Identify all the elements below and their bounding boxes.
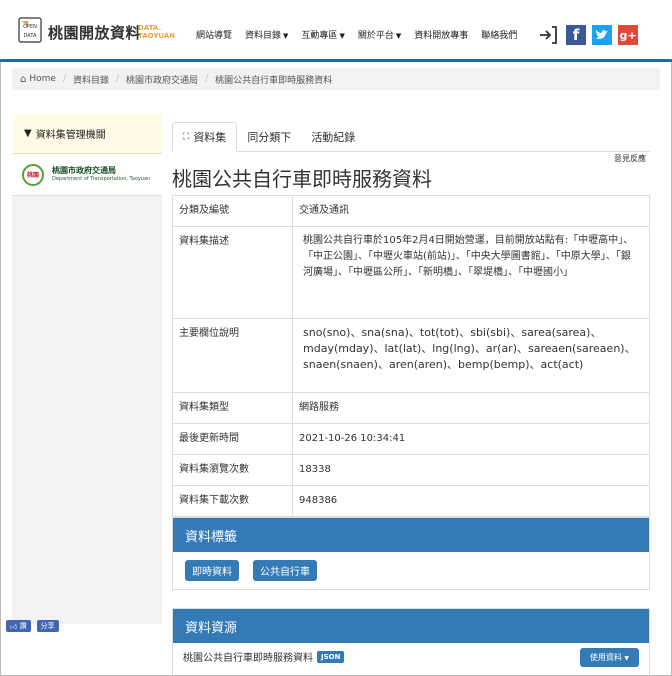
tags-panel-heading: 資料標籤: [173, 518, 649, 552]
table-row: 主要欄位說明 sno(sno)、sna(sna)、tot(tot)、sbi(sb…: [172, 318, 650, 393]
tab-dataset[interactable]: ⛶ 資料集: [172, 122, 238, 152]
thumbs-up-icon: 👍︎: [10, 622, 18, 631]
resource-name[interactable]: 桃園公共自行車即時服務資料: [183, 649, 313, 664]
like-label: 讚: [19, 622, 27, 630]
breadcrumb-separator: /: [116, 74, 120, 84]
nav-label: 互動專區: [301, 31, 338, 41]
info-value: 交通及通訊: [292, 195, 650, 227]
nav-item-catalog[interactable]: 資料目錄 ▼: [245, 28, 288, 41]
feedback-link[interactable]: 意見反應: [614, 153, 646, 164]
info-key: 分類及編號: [172, 195, 293, 227]
social-buttons: 👍︎ 讚 分享: [6, 620, 65, 632]
tab-label: 資料集: [193, 131, 227, 144]
sidebar: ▼ 資料集管理機關 桃園 桃園市政府交通局 Department of Tran…: [12, 114, 162, 624]
tag-list: 即時資料 公共自行車: [173, 552, 649, 589]
site-subtitle-line1: DATA.: [138, 24, 162, 32]
breadcrumb-home[interactable]: Home: [29, 74, 56, 84]
open-data-logo-icon[interactable]: OPEN DATA: [18, 17, 42, 43]
info-value: 網路服務: [292, 392, 650, 424]
info-key: 資料集瀏覽次數: [172, 454, 293, 486]
tags-panel: 資料標籤 即時資料 公共自行車: [172, 517, 650, 590]
breadcrumb-separator: /: [205, 74, 209, 84]
filter-icon: ▼: [24, 128, 32, 139]
nav-item-site-map[interactable]: 網站導覽: [196, 28, 232, 41]
tab-same-category[interactable]: 同分類下: [237, 122, 301, 152]
sidebar-heading: ▼ 資料集管理機關: [12, 114, 162, 154]
org-name: 桃園市政府交通局 Department of Transportation, T…: [52, 166, 150, 184]
header-icons: f g+: [538, 25, 644, 45]
format-badge: JSON: [317, 650, 345, 663]
svg-text:OPEN: OPEN: [23, 24, 37, 30]
facebook-like-button[interactable]: 👍︎ 讚: [6, 620, 31, 632]
site-subtitle-line2: TAOYUAN: [138, 32, 176, 40]
breadcrumb-separator: /: [62, 74, 66, 84]
caret-down-icon: ▼: [283, 32, 289, 40]
use-data-button[interactable]: 使用資料 ▼: [579, 648, 639, 667]
svg-text:DATA: DATA: [24, 33, 37, 39]
resources-panel: 資料資源 桃園公共自行車即時服務資料 JSON 使用資料 ▼: [172, 608, 650, 676]
info-value: 948386: [292, 485, 650, 517]
google-plus-icon[interactable]: g+: [618, 25, 638, 45]
info-value: 2021-10-26 10:34:41: [292, 423, 650, 455]
nav-item-open-data-topics[interactable]: 資料開放專事: [414, 28, 468, 41]
use-data-label: 使用資料: [589, 653, 622, 662]
info-key: 資料集下載次數: [172, 485, 293, 517]
nav-label: 聯絡我們: [481, 31, 518, 41]
table-row: 最後更新時間 2021-10-26 10:34:41: [172, 423, 650, 455]
info-key: 主要欄位說明: [172, 318, 293, 393]
tab-activity-log[interactable]: 活動紀錄: [301, 122, 365, 152]
tag-public-bike[interactable]: 公共自行車: [253, 560, 317, 581]
tab-bar: ⛶ 資料集 同分類下 活動紀錄: [172, 122, 650, 152]
site-title[interactable]: 桃園開放資料: [48, 22, 141, 43]
table-row: 資料集類型 網路服務: [172, 392, 650, 424]
table-row: 資料集下載次數 948386: [172, 485, 650, 517]
caret-down-icon: ▼: [395, 32, 402, 40]
info-value: sno(sno)、sna(sna)、tot(tot)、sbi(sbi)、sare…: [292, 318, 650, 393]
resource-row: 桃園公共自行車即時服務資料 JSON 使用資料 ▼: [173, 643, 649, 670]
breadcrumb: ⌂ Home / 資料目錄 / 桃園市政府交通局 / 桃園公共自行車即時服務資料: [12, 68, 660, 90]
home-icon: ⌂: [20, 73, 27, 85]
nav-item-contact[interactable]: 聯絡我們: [481, 28, 517, 41]
nav-item-interactive[interactable]: 互動專區 ▼: [301, 28, 344, 41]
twitter-icon[interactable]: [592, 25, 612, 45]
table-row: 分類及編號 交通及通訊: [172, 195, 650, 227]
site-subtitle: DATA. TAOYUAN: [138, 24, 175, 40]
info-value: 18338: [292, 454, 650, 486]
breadcrumb-current: 桃園公共自行車即時服務資料: [215, 75, 333, 86]
info-key: 資料集描述: [172, 226, 293, 319]
org-name-zh: 桃園市政府交通局: [52, 165, 116, 175]
resources-panel-heading: 資料資源: [173, 609, 649, 643]
org-name-en: Department of Transportation, Taoyuan: [52, 175, 151, 182]
facebook-icon[interactable]: f: [566, 25, 586, 45]
breadcrumb-item[interactable]: 桃園市政府交通局: [126, 73, 198, 86]
sidebar-heading-label: 資料集管理機關: [35, 130, 106, 141]
site-header: OPEN DATA 桃園開放資料 DATA. TAOYUAN 網站導覽 資料目錄…: [0, 0, 672, 62]
main-nav: 網站導覽 資料目錄 ▼ 互動專區 ▼ 關於平台 ▼ 資料開放專事 聯絡我們: [196, 28, 530, 41]
nav-label: 關於平台: [357, 31, 394, 41]
login-icon[interactable]: [538, 25, 558, 45]
info-key: 資料集類型: [172, 392, 293, 424]
nav-label: 資料目錄: [245, 31, 282, 41]
info-value: 桃園公共自行車於105年2月4日開始營運，目前開放站點有:「中壢高中」、「中正公…: [292, 226, 650, 319]
dataset-info-table: 分類及編號 交通及通訊 資料集描述 桃園公共自行車於105年2月4日開始營運，目…: [172, 195, 650, 517]
caret-down-icon: ▼: [339, 32, 345, 40]
info-key: 最後更新時間: [172, 423, 293, 455]
sidebar-item-org[interactable]: 桃園 桃園市政府交通局 Department of Transportation…: [12, 154, 162, 196]
page-title: 桃園公共自行車即時服務資料: [172, 167, 432, 191]
table-row: 資料集描述 桃園公共自行車於105年2月4日開始營運，目前開放站點有:「中壢高中…: [172, 226, 650, 319]
table-row: 資料集瀏覽次數 18338: [172, 454, 650, 486]
caret-down-icon: ▼: [624, 655, 629, 662]
breadcrumb-item[interactable]: 資料目錄: [73, 73, 109, 86]
sitemap-icon: ⛶: [183, 132, 190, 142]
org-logo-icon: 桃園: [22, 163, 44, 186]
facebook-share-button[interactable]: 分享: [36, 620, 59, 632]
nav-item-about[interactable]: 關於平台 ▼: [358, 28, 401, 41]
nav-label: 資料開放專事: [414, 31, 469, 41]
tag-realtime[interactable]: 即時資料: [185, 560, 239, 581]
nav-label: 網站導覽: [196, 31, 233, 41]
